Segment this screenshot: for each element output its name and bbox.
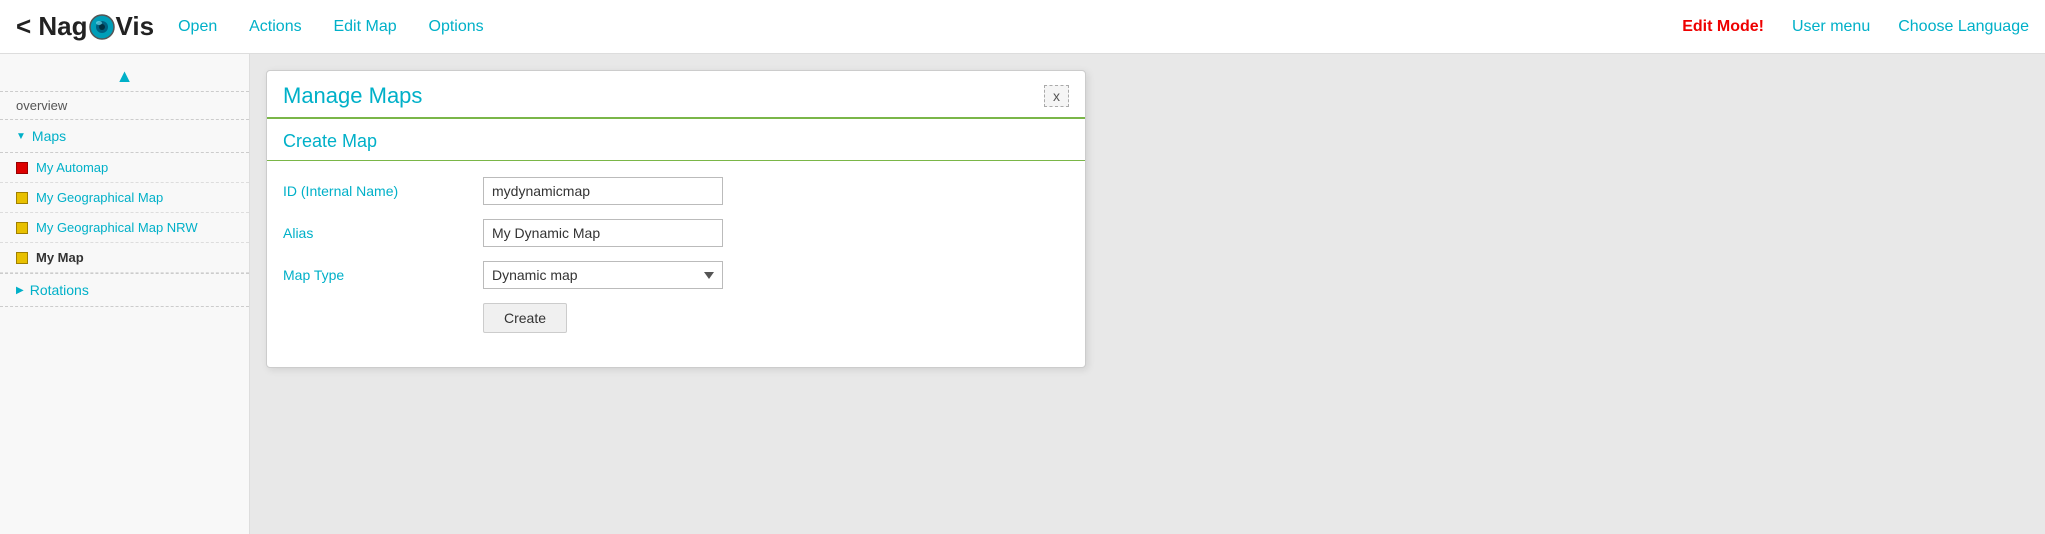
nav-options[interactable]: Options	[429, 18, 484, 35]
sidebar-overview[interactable]: overview	[0, 92, 249, 120]
alias-input[interactable]	[483, 219, 723, 247]
id-field-row: ID (Internal Name)	[283, 177, 1069, 205]
sidebar: ▲ overview ▼ Maps My Automap My Geograph…	[0, 54, 250, 534]
status-dot-yellow-icon-1	[16, 192, 28, 204]
logo-text: < Nag	[16, 11, 88, 42]
sidebar-rotations-label: Rotations	[30, 282, 89, 298]
dialog-header: Manage Maps x	[267, 71, 1085, 117]
create-map-section-title: Create Map	[267, 119, 1085, 160]
sidebar-label-my-map: My Map	[36, 250, 84, 265]
close-dialog-button[interactable]: x	[1044, 85, 1069, 107]
sidebar-item-my-map[interactable]: My Map	[0, 243, 249, 273]
map-type-field-row: Map Type Dynamic map Geographical map Re…	[283, 261, 1069, 289]
main-content: Manage Maps x Create Map ID (Internal Na…	[250, 54, 2045, 534]
alias-field-label: Alias	[283, 225, 483, 241]
create-map-form: ID (Internal Name) Alias Map Type Dynami…	[267, 161, 1085, 367]
layout: ▲ overview ▼ Maps My Automap My Geograph…	[0, 54, 2045, 534]
sidebar-item-my-automap[interactable]: My Automap	[0, 153, 249, 183]
nav-open[interactable]: Open	[178, 18, 217, 35]
nav-right: Edit Mode! User menu Choose Language	[1682, 18, 2029, 36]
map-type-select[interactable]: Dynamic map Geographical map Regular map	[483, 261, 723, 289]
dialog-title: Manage Maps	[283, 83, 422, 109]
nav-edit-map[interactable]: Edit Map	[333, 18, 396, 35]
sidebar-item-my-geo-map-nrw[interactable]: My Geographical Map NRW	[0, 213, 249, 243]
id-field-label: ID (Internal Name)	[283, 183, 483, 199]
sidebar-maps-label: Maps	[32, 128, 66, 144]
create-button-row: Create	[283, 303, 1069, 333]
header: < Nag Vis Open Actions Edit Map Options …	[0, 0, 2045, 54]
edit-mode-link[interactable]: Edit Mode!	[1682, 18, 1764, 36]
main-nav: Open Actions Edit Map Options	[178, 18, 512, 36]
alias-field-row: Alias	[283, 219, 1069, 247]
sidebar-rotations-section[interactable]: ▶ Rotations	[0, 273, 249, 307]
logo: < Nag Vis	[16, 11, 154, 42]
create-map-button[interactable]: Create	[483, 303, 567, 333]
sidebar-toggle-icon[interactable]: ▲	[116, 66, 134, 86]
status-dot-red-icon	[16, 162, 28, 174]
nav-actions[interactable]: Actions	[249, 18, 301, 35]
sidebar-link-my-geo-map[interactable]: My Geographical Map	[36, 190, 163, 205]
user-menu-link[interactable]: User menu	[1792, 18, 1870, 36]
rotations-arrow-icon: ▶	[16, 285, 24, 296]
map-type-label: Map Type	[283, 267, 483, 283]
sidebar-link-my-geo-map-nrw[interactable]: My Geographical Map NRW	[36, 220, 198, 235]
choose-language-link[interactable]: Choose Language	[1898, 18, 2029, 36]
status-dot-yellow-icon-2	[16, 222, 28, 234]
sidebar-link-my-automap[interactable]: My Automap	[36, 160, 108, 175]
logo-text-suffix: Vis	[116, 11, 155, 42]
logo-eye-icon	[89, 14, 115, 40]
maps-arrow-icon: ▼	[16, 131, 26, 142]
id-input[interactable]	[483, 177, 723, 205]
sidebar-maps-section[interactable]: ▼ Maps	[0, 120, 249, 153]
manage-maps-dialog: Manage Maps x Create Map ID (Internal Na…	[266, 70, 1086, 368]
sidebar-item-my-geo-map[interactable]: My Geographical Map	[0, 183, 249, 213]
status-dot-yellow-icon-3	[16, 252, 28, 264]
